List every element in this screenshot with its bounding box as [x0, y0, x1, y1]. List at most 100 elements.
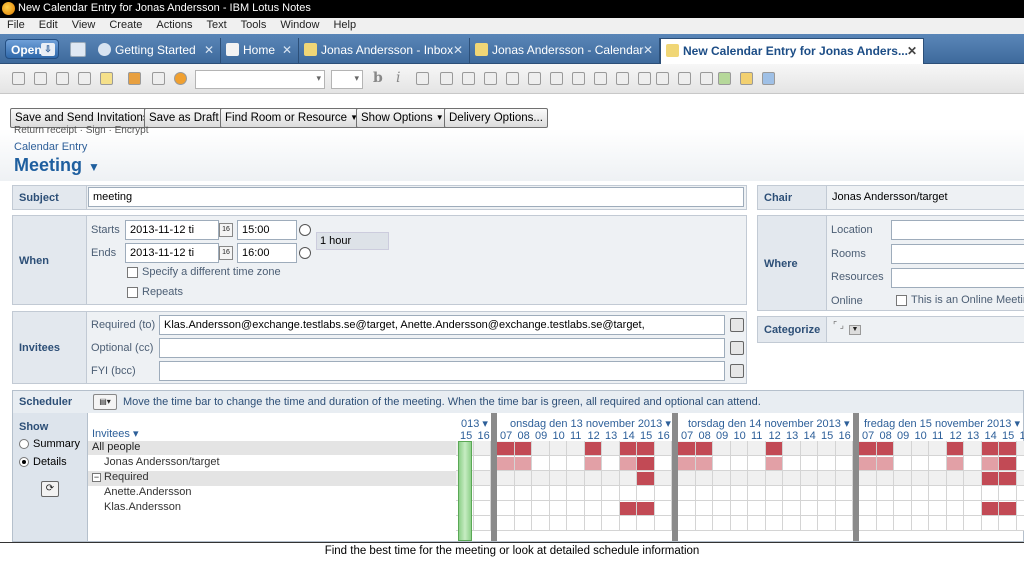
time-cell[interactable]	[999, 486, 1017, 501]
time-cell[interactable]	[800, 486, 818, 501]
day-header[interactable]: fredag den 15 november 2013 ▾	[864, 417, 1020, 430]
align-left-icon[interactable]	[506, 72, 519, 85]
time-cell[interactable]	[894, 486, 912, 501]
end-time-input[interactable]: 16:00	[237, 243, 297, 263]
time-cell[interactable]	[748, 501, 766, 516]
close-icon[interactable]: ✕	[453, 38, 463, 62]
subject-input[interactable]: meeting	[88, 187, 744, 207]
invitees-column-header[interactable]: Invitees ▾	[92, 427, 139, 440]
time-cell[interactable]	[532, 471, 550, 486]
day-header[interactable]: onsdag den 13 november 2013 ▾	[510, 417, 671, 430]
table-icon[interactable]	[656, 72, 669, 85]
time-cell[interactable]	[1016, 441, 1024, 456]
time-cell[interactable]	[730, 441, 748, 456]
time-cell[interactable]	[654, 441, 672, 456]
details-radio[interactable]	[19, 457, 29, 467]
time-cell[interactable]	[549, 516, 567, 531]
time-cell[interactable]	[946, 516, 964, 531]
menu-help[interactable]: Help	[326, 18, 363, 33]
timezone-checkbox[interactable]	[127, 267, 138, 278]
time-cell[interactable]	[730, 501, 748, 516]
time-cell[interactable]	[964, 441, 982, 456]
time-cell[interactable]	[946, 486, 964, 501]
time-cell[interactable]	[929, 516, 947, 531]
menu-tools[interactable]: Tools	[234, 18, 274, 33]
bullet-list-icon[interactable]	[462, 72, 475, 85]
time-cell[interactable]	[654, 471, 672, 486]
time-cell[interactable]	[783, 456, 801, 471]
time-cell[interactable]	[619, 516, 637, 531]
time-cell[interactable]	[929, 486, 947, 501]
highlight-icon[interactable]	[416, 72, 429, 85]
time-cell[interactable]	[549, 441, 567, 456]
time-cell[interactable]	[964, 486, 982, 501]
time-cell[interactable]	[514, 501, 532, 516]
time-cell[interactable]	[783, 486, 801, 501]
time-cell[interactable]	[835, 441, 853, 456]
time-cell[interactable]	[730, 456, 748, 471]
show-options-button[interactable]: Show Options ▼	[356, 108, 448, 128]
time-cell[interactable]	[818, 456, 836, 471]
time-cell[interactable]	[654, 501, 672, 516]
time-cell[interactable]	[929, 441, 947, 456]
time-cell[interactable]	[532, 501, 550, 516]
tab-home[interactable]: Home ✕	[221, 38, 299, 64]
entry-type-selector[interactable]: Meeting ▼	[14, 155, 100, 176]
time-cell[interactable]	[835, 486, 853, 501]
time-cell[interactable]	[859, 516, 877, 531]
time-cell[interactable]	[497, 516, 515, 531]
text-color-icon[interactable]	[440, 72, 453, 85]
time-cell[interactable]	[894, 441, 912, 456]
time-cell[interactable]	[567, 486, 585, 501]
time-cell[interactable]	[929, 456, 947, 471]
time-cell[interactable]	[532, 441, 550, 456]
time-cell[interactable]	[800, 501, 818, 516]
time-cell[interactable]	[911, 501, 929, 516]
calendar-picker-icon[interactable]: 16	[219, 223, 233, 237]
time-cell[interactable]	[800, 516, 818, 531]
time-grid[interactable]: 013 ▾ onsdag den 13 november 2013 ▾ torsda…	[456, 413, 1024, 541]
time-cell[interactable]	[818, 471, 836, 486]
time-cell[interactable]	[911, 456, 929, 471]
time-cell[interactable]	[695, 471, 713, 486]
time-cell[interactable]	[602, 486, 620, 501]
time-cell[interactable]	[929, 501, 947, 516]
day-header[interactable]: 013 ▾	[461, 417, 488, 430]
tab-calendar[interactable]: Jonas Andersson - Calendar ✕	[470, 38, 660, 64]
time-cell[interactable]	[981, 486, 999, 501]
time-cell[interactable]	[748, 486, 766, 501]
time-cell[interactable]	[765, 471, 783, 486]
time-cell[interactable]	[946, 471, 964, 486]
close-icon[interactable]: ✕	[204, 38, 214, 62]
time-cell[interactable]	[619, 471, 637, 486]
time-cell[interactable]	[497, 471, 515, 486]
online-meeting-checkbox[interactable]	[896, 295, 907, 306]
menu-file[interactable]: File	[0, 18, 32, 33]
time-cell[interactable]	[654, 456, 672, 471]
justify-icon[interactable]	[572, 72, 585, 85]
copy-icon[interactable]	[34, 72, 47, 85]
open-button[interactable]: Open ⇩	[5, 39, 59, 59]
time-cell[interactable]	[713, 486, 731, 501]
attach-icon[interactable]	[700, 72, 713, 85]
end-date-input[interactable]: 2013-11-12 ti	[125, 243, 219, 263]
time-cell[interactable]	[713, 456, 731, 471]
time-cell[interactable]	[911, 441, 929, 456]
time-cell[interactable]	[911, 516, 929, 531]
time-cell[interactable]	[602, 516, 620, 531]
menu-text[interactable]: Text	[199, 18, 233, 33]
time-cell[interactable]	[818, 441, 836, 456]
stop-icon[interactable]	[174, 72, 187, 85]
time-cell[interactable]	[999, 516, 1017, 531]
time-cell[interactable]	[800, 441, 818, 456]
time-cell[interactable]	[946, 501, 964, 516]
time-cell[interactable]	[894, 471, 912, 486]
time-cell[interactable]	[783, 516, 801, 531]
time-cell[interactable]	[678, 471, 696, 486]
menu-edit[interactable]: Edit	[32, 18, 65, 33]
menu-actions[interactable]: Actions	[149, 18, 199, 33]
time-cell[interactable]	[637, 486, 655, 501]
align-right-icon[interactable]	[550, 72, 563, 85]
time-cell[interactable]	[514, 471, 532, 486]
time-cell[interactable]	[818, 516, 836, 531]
